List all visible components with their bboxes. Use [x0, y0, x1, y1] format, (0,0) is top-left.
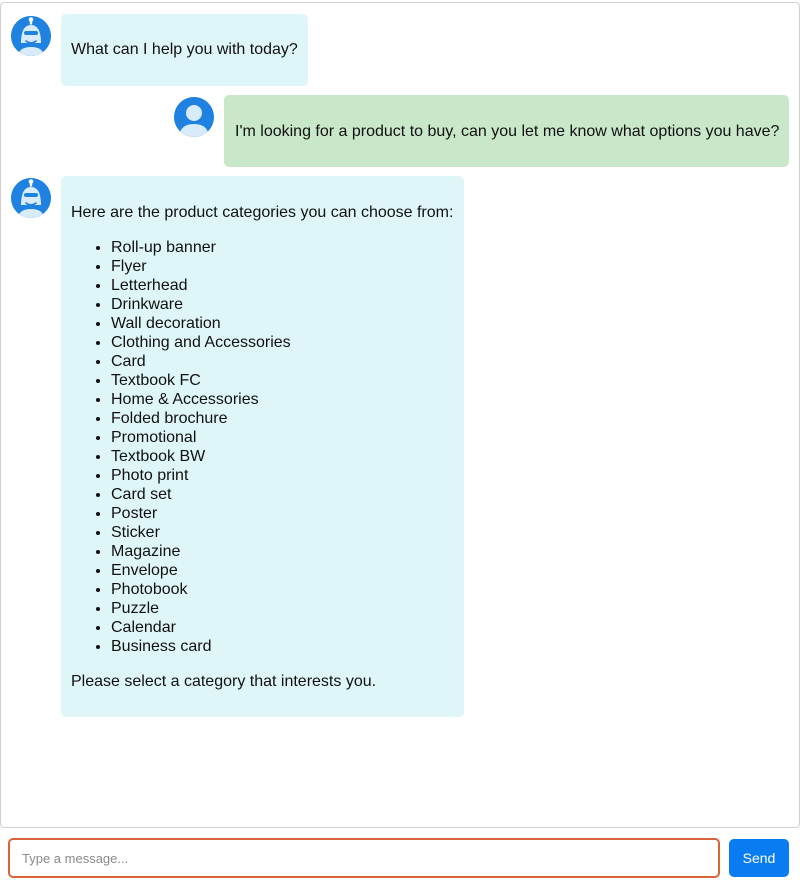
category-list-item: Photo print: [111, 466, 464, 485]
chat-app: What can I help you with today? I'm look…: [0, 0, 800, 880]
category-list-item: Magazine: [111, 542, 464, 561]
category-list-item: Roll-up banner: [111, 238, 464, 257]
message-input[interactable]: [8, 838, 720, 878]
category-list-item: Calendar: [111, 618, 464, 637]
category-list-item: Textbook BW: [111, 447, 464, 466]
message-composer: Send: [0, 828, 800, 880]
send-button[interactable]: Send: [729, 839, 789, 877]
category-list-item: Card: [111, 352, 464, 371]
user-icon: [174, 97, 214, 137]
message-text: I'm looking for a product to buy, can yo…: [235, 123, 780, 140]
category-list-item: Card set: [111, 485, 464, 504]
category-list-item: Poster: [111, 504, 464, 523]
category-list-item: Home & Accessories: [111, 390, 464, 409]
message-intro: Here are the product categories you can …: [71, 204, 454, 221]
category-list-item: Wall decoration: [111, 314, 464, 333]
bot-message: Here are the product categories you can …: [61, 176, 464, 717]
category-list-item: Business card: [111, 637, 464, 656]
category-list-item: Flyer: [111, 257, 464, 276]
chat-messages-panel[interactable]: What can I help you with today? I'm look…: [0, 2, 800, 828]
robot-icon: [11, 178, 51, 218]
category-list-item: Drinkware: [111, 295, 464, 314]
bot-message: What can I help you with today?: [61, 14, 308, 86]
category-list-item: Envelope: [111, 561, 464, 580]
category-list-item: Letterhead: [111, 276, 464, 295]
category-list: Roll-up bannerFlyerLetterheadDrinkwareWa…: [71, 238, 464, 656]
message-outro: Please select a category that interests …: [71, 673, 377, 690]
user-message: I'm looking for a product to buy, can yo…: [224, 95, 789, 167]
category-list-item: Photobook: [111, 580, 464, 599]
robot-icon: [11, 16, 51, 56]
category-list-item: Textbook FC: [111, 371, 464, 390]
category-list-item: Sticker: [111, 523, 464, 542]
message-text: What can I help you with today?: [71, 41, 298, 58]
category-list-item: Folded brochure: [111, 409, 464, 428]
category-list-item: Clothing and Accessories: [111, 333, 464, 352]
category-list-item: Puzzle: [111, 599, 464, 618]
category-list-item: Promotional: [111, 428, 464, 447]
